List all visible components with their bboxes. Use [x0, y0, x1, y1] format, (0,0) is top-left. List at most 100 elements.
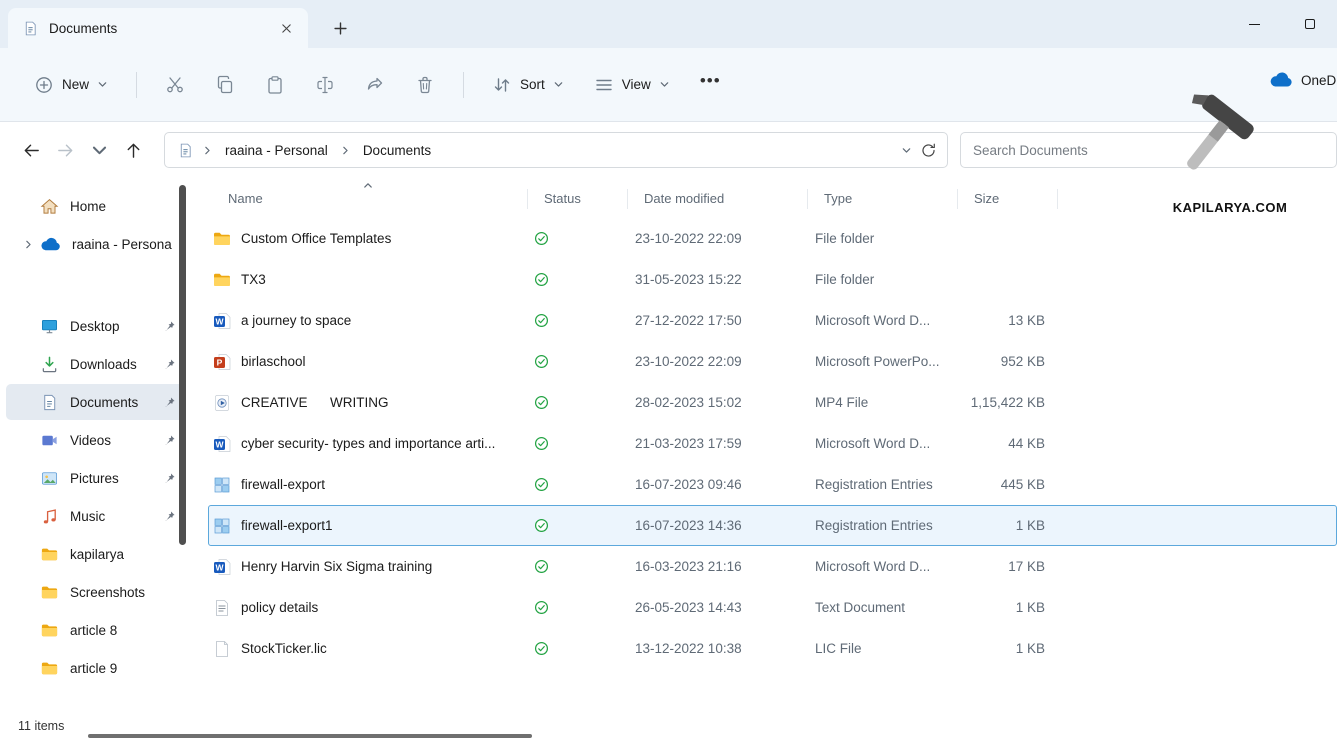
sidebar-item-pictures[interactable]: Pictures: [6, 460, 184, 496]
sidebar-item-downloads[interactable]: Downloads: [6, 346, 184, 382]
sync-status-check-icon: [534, 395, 549, 410]
pin-icon: [163, 434, 176, 447]
copy-button[interactable]: [205, 66, 245, 104]
sidebar-item-music[interactable]: Music: [6, 498, 184, 534]
column-header-status[interactable]: Status: [528, 189, 628, 209]
pin-icon: [163, 396, 176, 409]
sidebar-scrollbar[interactable]: [179, 185, 186, 545]
recent-locations-button[interactable]: [82, 133, 116, 167]
title-bar: Documents: [0, 0, 1337, 48]
file-row[interactable]: birlaschool 23-10-2022 22:09 Microsoft P…: [208, 341, 1337, 382]
window-controls: [1227, 0, 1337, 48]
breadcrumb-item-root[interactable]: raaina - Personal: [221, 140, 332, 161]
registry-file-icon: [212, 475, 232, 495]
tab-documents[interactable]: Documents: [8, 8, 308, 48]
chevron-right-icon[interactable]: [340, 145, 351, 156]
toolbar-divider: [463, 72, 464, 98]
sidebar-item-article-9[interactable]: article 9: [6, 650, 184, 686]
folder-icon: [40, 621, 59, 640]
address-dropdown-chevron-icon[interactable]: [901, 145, 912, 156]
share-button[interactable]: [355, 66, 395, 104]
home-icon: [40, 197, 59, 216]
onedrive-status-button[interactable]: OneDrive: [1268, 72, 1337, 88]
minimize-button[interactable]: [1227, 0, 1282, 48]
search-box: [960, 132, 1337, 168]
word-file-icon: [212, 557, 232, 577]
more-options-button[interactable]: •••: [690, 73, 731, 97]
cut-button[interactable]: [155, 66, 195, 104]
file-row[interactable]: Henry Harvin Six Sigma training 16-03-20…: [208, 546, 1337, 587]
view-icon: [594, 75, 614, 95]
sync-status-check-icon: [534, 641, 549, 656]
column-header-size[interactable]: Size: [958, 189, 1058, 209]
paste-icon: [265, 75, 285, 95]
sidebar-item-article-8[interactable]: article 8: [6, 612, 184, 648]
file-row[interactable]: CREATIVE WRITING 28-02-2023 15:02 MP4 Fi…: [208, 382, 1337, 423]
chevron-down-icon: [90, 141, 109, 160]
chevron-right-icon[interactable]: [202, 145, 213, 156]
sync-status-check-icon: [534, 518, 549, 533]
file-row[interactable]: TX3 31-05-2023 15:22 File folder: [208, 259, 1337, 300]
chevron-down-icon: [553, 79, 564, 90]
pictures-icon: [40, 469, 59, 488]
pin-icon: [163, 472, 176, 485]
toolbar-divider: [136, 72, 137, 98]
paste-button[interactable]: [255, 66, 295, 104]
column-header-name[interactable]: Name: [208, 189, 528, 209]
tab-title: Documents: [49, 21, 264, 36]
sync-status-check-icon: [534, 354, 549, 369]
folder-icon: [40, 583, 59, 602]
pin-icon: [163, 358, 176, 371]
up-button[interactable]: [116, 133, 150, 167]
onedrive-cloud-icon: [1268, 72, 1294, 88]
powerpoint-file-icon: [212, 352, 232, 372]
sidebar-item-desktop[interactable]: Desktop: [6, 308, 184, 344]
maximize-button[interactable]: [1282, 0, 1337, 48]
chevron-down-icon: [97, 79, 108, 90]
word-file-icon: [212, 311, 232, 331]
sync-status-check-icon: [534, 600, 549, 615]
sidebar-item-home[interactable]: Home: [6, 188, 184, 224]
content-area: Home raaina - Persona Desktop Downloads: [0, 178, 1337, 713]
search-input[interactable]: [961, 143, 1336, 158]
file-row[interactable]: policy details 26-05-2023 14:43 Text Doc…: [208, 587, 1337, 628]
sidebar-item-onedrive[interactable]: raaina - Persona: [6, 226, 184, 262]
sidebar-item-documents[interactable]: Documents: [6, 384, 184, 420]
file-explorer-window: Documents New Sort View: [0, 0, 1337, 739]
sidebar-item-videos[interactable]: Videos: [6, 422, 184, 458]
sidebar-item-screenshots[interactable]: Screenshots: [6, 574, 184, 610]
sync-status-check-icon: [534, 313, 549, 328]
tab-close-button[interactable]: [274, 16, 298, 40]
file-row[interactable]: Custom Office Templates 23-10-2022 22:09…: [208, 218, 1337, 259]
breadcrumb[interactable]: raaina - Personal Documents: [164, 132, 948, 168]
sort-button[interactable]: Sort: [482, 67, 574, 103]
refresh-icon[interactable]: [920, 142, 937, 159]
column-header-type[interactable]: Type: [808, 189, 958, 209]
new-button[interactable]: New: [24, 67, 118, 103]
file-row[interactable]: firewall-export 16-07-2023 09:46 Registr…: [208, 464, 1337, 505]
copy-icon: [215, 75, 235, 95]
expand-chevron-icon[interactable]: [23, 239, 34, 250]
delete-button[interactable]: [405, 66, 445, 104]
document-tab-icon: [22, 20, 39, 37]
back-button[interactable]: [14, 133, 48, 167]
new-tab-button[interactable]: [326, 14, 354, 42]
plus-icon: [334, 22, 347, 35]
sort-icon: [492, 75, 512, 95]
sidebar-item-kapilarya[interactable]: kapilarya: [6, 536, 184, 572]
sync-status-check-icon: [534, 477, 549, 492]
documents-icon: [40, 393, 59, 412]
file-row[interactable]: cyber security- types and importance art…: [208, 423, 1337, 464]
column-header-date-modified[interactable]: Date modified: [628, 189, 808, 209]
forward-button[interactable]: [48, 133, 82, 167]
file-row-selected[interactable]: firewall-export1 16-07-2023 14:36 Regist…: [208, 505, 1337, 546]
view-button[interactable]: View: [584, 67, 680, 103]
maximize-icon: [1305, 19, 1315, 29]
file-row[interactable]: StockTicker.lic 13-12-2022 10:38 LIC Fil…: [208, 628, 1337, 669]
file-row[interactable]: a journey to space 27-12-2022 17:50 Micr…: [208, 300, 1337, 341]
ellipsis-icon: •••: [700, 81, 721, 89]
horizontal-scrollbar[interactable]: [88, 734, 532, 738]
rename-button[interactable]: [305, 66, 345, 104]
breadcrumb-item-current[interactable]: Documents: [359, 140, 435, 161]
share-icon: [365, 75, 385, 95]
